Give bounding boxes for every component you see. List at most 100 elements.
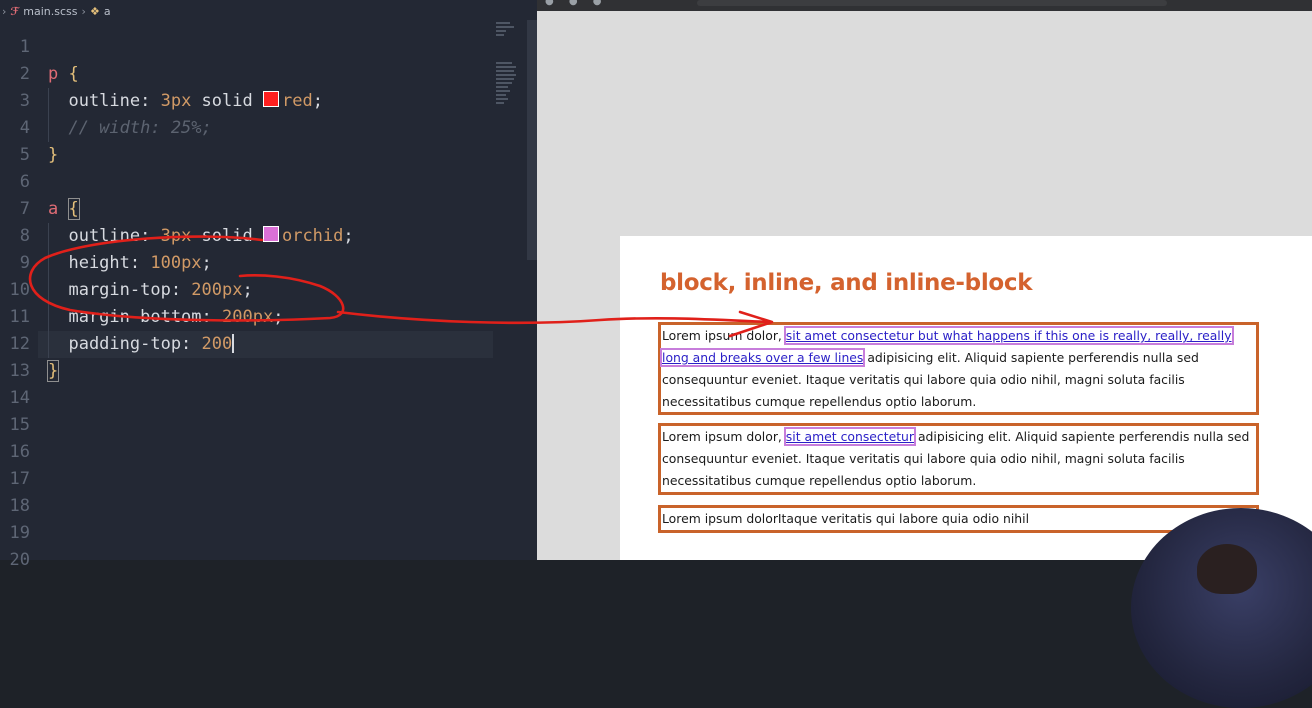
line-number: 13	[9, 361, 30, 381]
code-token: ;	[343, 226, 354, 246]
line-number: 20	[9, 550, 30, 570]
code-line[interactable]: 3 outline: 3px solid red;	[0, 88, 537, 115]
code-line[interactable]: 1	[0, 34, 537, 61]
line-text: outline: 3px solid red;	[48, 88, 323, 115]
code-line[interactable]: 18	[0, 493, 537, 520]
nav-buttons-icon[interactable]: ● ● ●	[545, 0, 608, 7]
code-line[interactable]: 2p {	[0, 61, 537, 88]
code-line[interactable]: 15	[0, 412, 537, 439]
paragraph-link[interactable]: sit amet consectetur	[783, 427, 917, 447]
line-number: 10	[9, 280, 30, 300]
code-token: 200px	[222, 307, 274, 327]
code-line[interactable]: 6	[0, 169, 537, 196]
code-token: 200px	[191, 280, 243, 300]
code-token: a	[48, 199, 59, 219]
line-number: 6	[19, 172, 30, 192]
chevron-right-icon: ›	[81, 4, 86, 18]
line-number: 5	[19, 145, 30, 165]
line-number: 17	[9, 469, 30, 489]
code-token: margin-top:	[48, 280, 192, 300]
line-text: }	[48, 142, 58, 169]
code-token: {	[68, 64, 79, 84]
code-token: margin-bottom:	[48, 307, 222, 327]
code-line[interactable]: 7a {	[0, 196, 537, 223]
line-text: outline: 3px solid orchid;	[48, 223, 354, 250]
breadcrumb: › ℱ main.scss › ❖ a	[0, 0, 537, 22]
code-line[interactable]: 8 outline: 3px solid orchid;	[0, 223, 537, 250]
code-line[interactable]: 16	[0, 439, 537, 466]
code-token: ;	[273, 307, 284, 327]
code-token: outline:	[48, 226, 161, 246]
page-heading: block, inline, and inline-block	[660, 270, 1033, 296]
code-line[interactable]: 4 // width: 25%;	[0, 115, 537, 142]
line-text: margin-top: 200px;	[48, 277, 253, 304]
address-bar[interactable]	[697, 0, 1167, 6]
editor-scrollbar[interactable]	[527, 20, 537, 260]
paragraph-1: Lorem ipsum dolor, sit amet consectetur …	[658, 322, 1259, 416]
paragraph-text: Lorem ipsum dolor,	[662, 429, 786, 445]
line-number: 1	[19, 37, 30, 57]
line-number: 4	[19, 118, 30, 138]
browser-preview: ● ● ● block, inline, and inline-block Lo…	[537, 0, 1312, 560]
line-number: 16	[9, 442, 30, 462]
line-text: a {	[48, 196, 80, 223]
line-number: 14	[9, 388, 30, 408]
line-number: 8	[19, 226, 30, 246]
chevron-right-icon: ›	[2, 4, 7, 18]
line-number: 3	[19, 91, 30, 111]
line-number: 2	[19, 64, 30, 84]
line-number: 9	[19, 253, 30, 273]
code-token: 3px	[160, 91, 192, 111]
color-swatch-icon[interactable]	[262, 91, 279, 107]
line-number: 15	[9, 415, 30, 435]
breadcrumb-symbol[interactable]: a	[104, 5, 111, 18]
code-line[interactable]: 20	[0, 547, 537, 574]
code-line[interactable]: 14	[0, 385, 537, 412]
code-line[interactable]: 13}	[0, 358, 537, 385]
selector-symbol-icon: ❖	[89, 4, 100, 18]
line-number: 11	[9, 307, 30, 327]
line-number: 7	[19, 199, 30, 219]
code-token: 200	[201, 334, 233, 354]
code-line[interactable]: 10 margin-top: 200px;	[0, 277, 537, 304]
line-number: 18	[9, 496, 30, 516]
paragraph-text: Lorem ipsum dolor,	[662, 328, 786, 344]
line-text: // width: 25%;	[48, 115, 212, 142]
paragraph-2: Lorem ipsum dolor, sit amet consectetur …	[658, 423, 1259, 496]
code-token: padding-top:	[48, 334, 202, 354]
code-line[interactable]: 11 margin-bottom: 200px;	[0, 304, 537, 331]
code-token: outline:	[48, 91, 161, 111]
code-token: ;	[312, 91, 323, 111]
code-token: solid	[191, 226, 263, 246]
scss-file-icon: ℱ	[10, 4, 20, 18]
minimap[interactable]	[496, 18, 520, 118]
text-cursor	[232, 334, 235, 353]
code-editor[interactable]: › ℱ main.scss › ❖ a 12p {3 outline: 3px …	[0, 0, 537, 570]
breadcrumb-file[interactable]: main.scss	[23, 5, 77, 18]
line-text: }	[46, 358, 60, 385]
code-token: {	[67, 198, 80, 220]
code-line[interactable]: 5}	[0, 142, 537, 169]
code-token: p	[48, 64, 59, 84]
code-token: solid	[191, 91, 263, 111]
line-number: 12	[9, 334, 30, 354]
code-token: ;	[201, 253, 212, 273]
line-text: p {	[48, 61, 79, 88]
code-line[interactable]: 9 height: 100px;	[0, 250, 537, 277]
code-line[interactable]: 12 padding-top: 200	[0, 331, 537, 358]
code-line[interactable]: 19	[0, 520, 537, 547]
paragraph-text: Lorem ipsum dolorItaque veritatis qui la…	[662, 511, 1030, 527]
code-token: ;	[242, 280, 253, 300]
code-token: }	[48, 145, 59, 165]
code-token: // width: 25%;	[48, 118, 212, 138]
code-token: red	[281, 91, 313, 111]
code-lines[interactable]: 12p {3 outline: 3px solid red; 4 // width…	[0, 34, 537, 574]
code-line[interactable]: 17	[0, 466, 537, 493]
line-text: margin-bottom: 200px;	[48, 304, 283, 331]
line-text: height: 100px;	[48, 250, 212, 277]
code-token: 100px	[150, 253, 202, 273]
color-swatch-icon[interactable]	[262, 226, 279, 242]
code-token: orchid	[281, 226, 344, 246]
